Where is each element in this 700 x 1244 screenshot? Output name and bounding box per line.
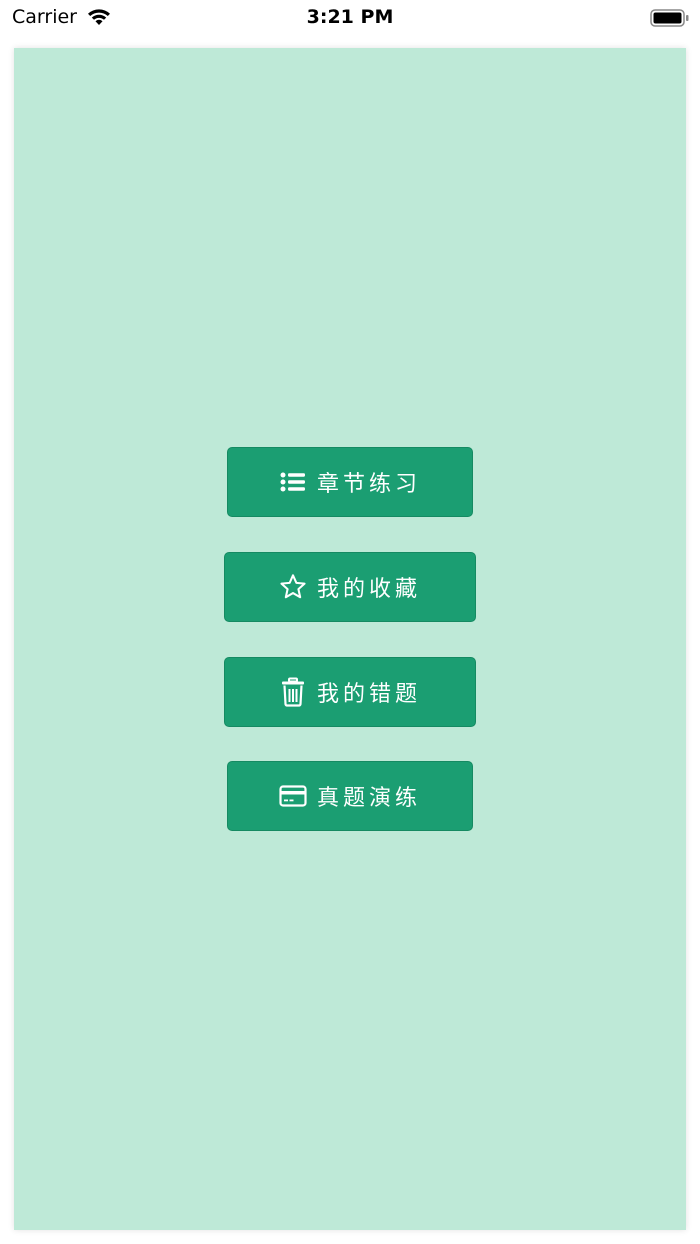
status-bar: Carrier 3:21 PM <box>0 0 700 36</box>
battery-icon <box>650 9 689 27</box>
chapter-practice-label: 章节练习 <box>316 472 421 497</box>
my-favorites-label: 我的收藏 <box>316 577 421 602</box>
list-icon <box>279 468 307 496</box>
my-mistakes-button[interactable]: 我的错题 <box>224 657 476 727</box>
trash-icon <box>279 677 307 707</box>
past-exam-practice-button[interactable]: 真题演练 <box>227 761 473 831</box>
chapter-practice-button[interactable]: 章节练习 <box>227 447 473 517</box>
star-icon <box>279 573 307 601</box>
my-mistakes-label: 我的错题 <box>316 682 421 707</box>
content-panel <box>14 48 686 1230</box>
my-favorites-button[interactable]: 我的收藏 <box>224 552 476 622</box>
card-icon <box>279 782 307 810</box>
clock: 3:21 PM <box>306 6 394 28</box>
past-exam-practice-label: 真题演练 <box>316 786 421 811</box>
